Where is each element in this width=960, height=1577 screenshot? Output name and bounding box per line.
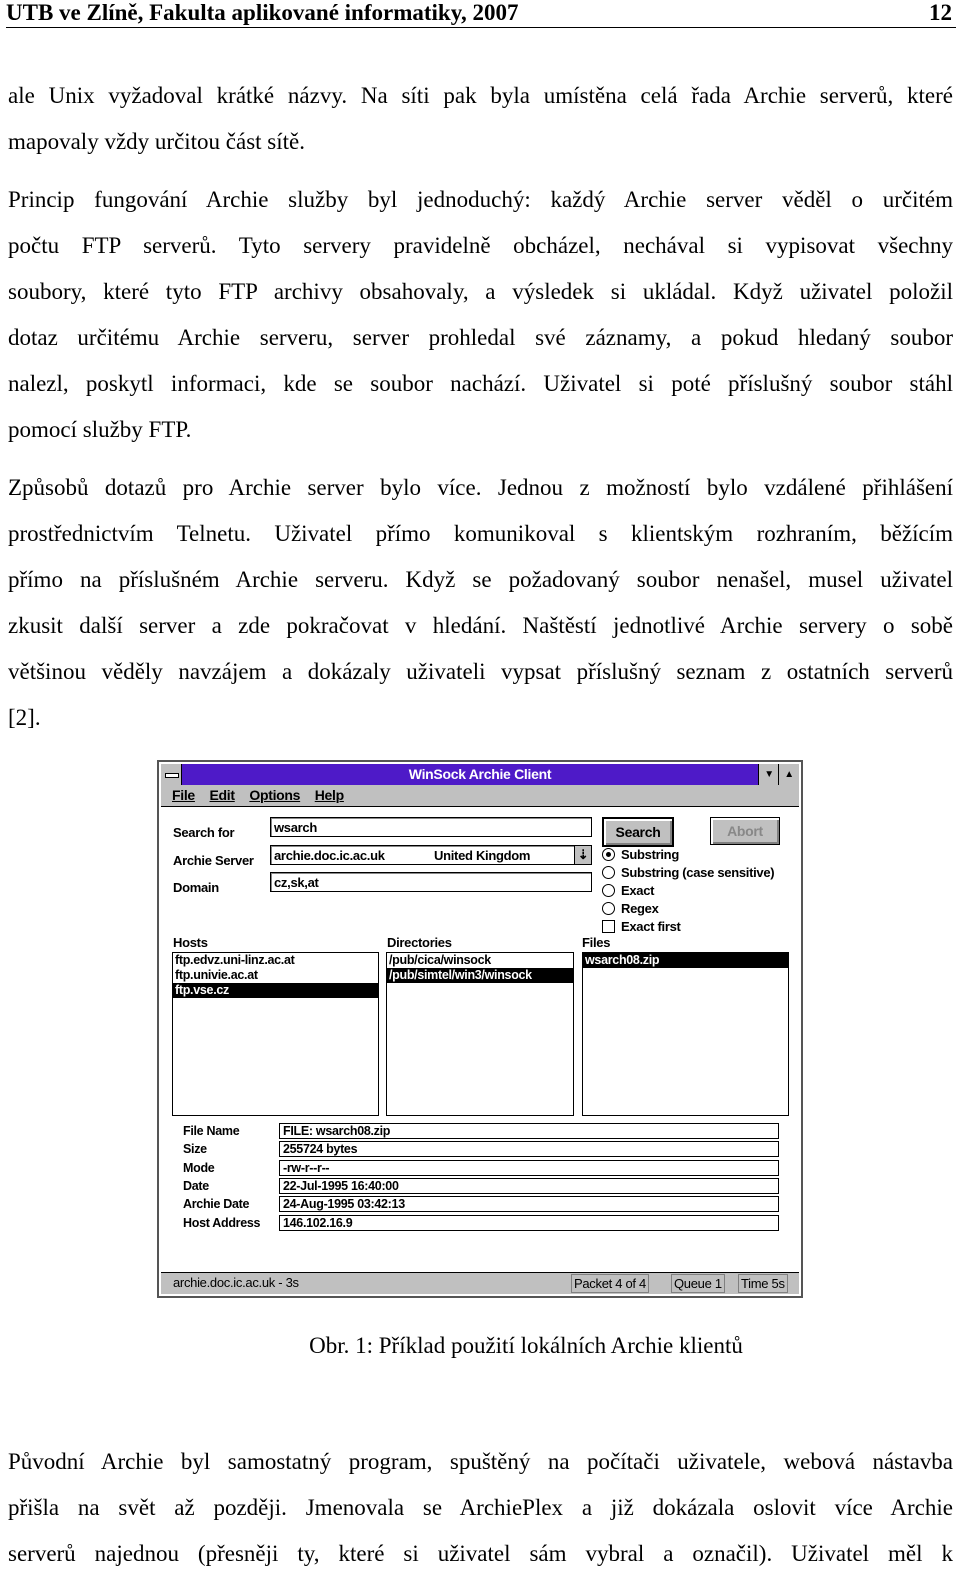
text-line: soubory, které tyto FTP archivy obsahova… <box>8 279 953 304</box>
radio-checked-icon <box>602 848 615 861</box>
menu-bar: File Edit Options Help <box>161 785 799 807</box>
title-bar: WinSock Archie Client ▼ ▲ <box>161 764 799 785</box>
text-line: většinou věděly navzájem a dokázaly uživ… <box>8 659 953 684</box>
text-line: Princip fungování Archie služby byl jedn… <box>8 187 953 212</box>
header-title: UTB ve Zlíně, Fakulta aplikované informa… <box>6 0 519 25</box>
radio-regex[interactable]: Regex <box>602 901 659 916</box>
figure-caption: Obr. 1: Příklad použití lokálních Archie… <box>309 1333 743 1358</box>
status-main: archie.doc.ic.ac.uk - 3s <box>173 1275 299 1290</box>
detail-value: -rw-r--r-- <box>279 1159 779 1176</box>
detail-label: Mode <box>183 1160 215 1175</box>
server-value: archie.doc.ic.ac.uk <box>274 848 385 863</box>
menu-edit[interactable]: Edit <box>210 787 236 803</box>
text-line: pomocí služby FTP. <box>8 417 192 442</box>
detail-value: FILE: wsarch08.zip <box>279 1123 779 1139</box>
detail-label: Date <box>183 1178 209 1193</box>
text-line: ale Unix vyžadoval krátké názvy. Na síti… <box>8 83 953 108</box>
search-for-label: Search for <box>173 825 235 840</box>
text-line: dotaz určitému Archie serveru, server pr… <box>8 325 953 350</box>
paragraph-3: Způsobů dotazů pro Archie server bylo ví… <box>8 465 953 741</box>
radio-icon <box>602 884 615 897</box>
hosts-list[interactable]: ftp.edvz.uni-linz.ac.at ftp.univie.ac.at… <box>172 952 379 1116</box>
archie-server-label: Archie Server <box>173 853 254 868</box>
text-line: Způsobů dotazů pro Archie server bylo ví… <box>8 475 953 500</box>
files-label: Files <box>582 935 611 950</box>
page-header: UTB ve Zlíně, Fakulta aplikované informa… <box>6 0 956 28</box>
server-country: United Kingdom <box>434 848 531 863</box>
archie-server-select[interactable]: archie.doc.ic.ac.uk United Kingdom ⇣ <box>270 845 592 865</box>
text-line: serverů najednou (přesněji ty, které si … <box>8 1541 953 1566</box>
detail-label: File Name <box>183 1124 240 1138</box>
menu-file[interactable]: File <box>172 787 195 803</box>
directories-label: Directories <box>387 935 452 950</box>
status-time: Time 5s <box>738 1274 788 1293</box>
list-item[interactable]: ftp.univie.ac.at <box>173 968 378 983</box>
list-item[interactable]: ftp.edvz.uni-linz.ac.at <box>173 953 378 968</box>
search-input[interactable]: wsarch <box>270 817 592 837</box>
domain-input[interactable]: cz,sk,at <box>270 872 592 892</box>
files-list[interactable]: wsarch08.zip <box>582 952 789 1116</box>
abort-button[interactable]: Abort <box>710 817 780 845</box>
status-bar: archie.doc.ic.ac.uk - 3s Packet 4 of 4 Q… <box>161 1272 799 1294</box>
text-line: mapovaly vždy určitou část sítě. <box>8 129 306 154</box>
list-item-selected[interactable]: ftp.vse.cz <box>173 983 378 998</box>
list-item-selected[interactable]: /pub/simtel/win3/winsock <box>387 968 573 983</box>
list-item[interactable]: /pub/cica/winsock <box>387 953 573 968</box>
status-queue: Queue 1 <box>671 1274 725 1293</box>
hosts-label: Hosts <box>173 935 208 950</box>
paragraph-1: ale Unix vyžadoval krátké názvy. Na síti… <box>8 73 953 165</box>
text-line: počtu FTP serverů. Tyto servery pravidel… <box>8 233 953 258</box>
dropdown-arrow-icon[interactable]: ⇣ <box>574 846 591 864</box>
exact-first-checkbox[interactable]: Exact first <box>602 919 681 934</box>
detail-value: 255724 bytes <box>279 1141 779 1158</box>
menu-help[interactable]: Help <box>315 787 344 803</box>
text-line: prostřednictvím Telnetu. Uživatel přímo … <box>8 521 953 546</box>
text-line: nalezl, poskytl informaci, kde se soubor… <box>8 371 953 396</box>
search-button[interactable]: Search <box>602 817 674 847</box>
paragraph-2: Princip fungování Archie služby byl jedn… <box>8 177 953 453</box>
detail-label: Size <box>183 1142 207 1157</box>
detail-label: Host Address <box>183 1215 261 1230</box>
archie-client-window: WinSock Archie Client ▼ ▲ File Edit Opti… <box>157 760 803 1298</box>
system-menu-icon[interactable] <box>161 764 182 785</box>
radio-substring[interactable]: Substring <box>602 847 679 862</box>
detail-value: 24-Aug-1995 03:42:13 <box>279 1196 779 1213</box>
maximize-icon[interactable]: ▲ <box>778 764 799 785</box>
text-line: přímo na příslušném Archie serveru. Když… <box>8 567 953 592</box>
window-title: WinSock Archie Client <box>408 766 552 782</box>
domain-label: Domain <box>173 880 219 895</box>
menu-options[interactable]: Options <box>249 787 300 803</box>
list-item-selected[interactable]: wsarch08.zip <box>583 953 788 968</box>
minimize-icon[interactable]: ▼ <box>758 764 779 785</box>
directories-list[interactable]: /pub/cica/winsock /pub/simtel/win3/winso… <box>386 952 574 1116</box>
radio-icon <box>602 902 615 915</box>
checkbox-icon <box>602 920 615 933</box>
page-number: 12 <box>929 0 952 25</box>
text-line: [2]. <box>8 705 41 730</box>
radio-substring-case[interactable]: Substring (case sensitive) <box>602 865 775 880</box>
status-packet: Packet 4 of 4 <box>571 1274 649 1293</box>
detail-value: 22-Jul-1995 16:40:00 <box>279 1177 779 1194</box>
detail-label: Archie Date <box>183 1197 250 1212</box>
text-line: přišla na svět až později. Jmenovala se … <box>8 1495 953 1520</box>
text-line: Původní Archie byl samostatný program, s… <box>8 1449 953 1474</box>
radio-icon <box>602 866 615 879</box>
paragraph-4: Původní Archie byl samostatný program, s… <box>8 1439 953 1577</box>
detail-value: 146.102.16.9 <box>279 1214 779 1231</box>
text-line: zkusit další server a zde pokračovat v h… <box>8 613 953 638</box>
radio-exact[interactable]: Exact <box>602 883 655 898</box>
